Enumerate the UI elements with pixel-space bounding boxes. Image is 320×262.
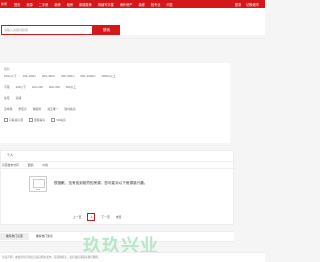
checkbox-icon[interactable] [51, 118, 56, 123]
nav-item-10[interactable]: 问答 [166, 2, 172, 7]
top-nav-bar: 新增 首页 资源 二手房 新房 租房 新楼推荐 商铺写字楼 海外房产 装修 找专业 问答 登录 切换… [0, 0, 265, 8]
nav-item-7[interactable]: 海外房产 [120, 2, 133, 7]
area-option-5[interactable]: 1000m以上 [101, 74, 115, 78]
feature-option-3[interactable]: 满五唯一 [47, 107, 58, 111]
check-option-0[interactable]: 只看真房源 [4, 118, 23, 123]
divider [0, 38, 265, 39]
type-option-1[interactable]: 商铺 [16, 96, 22, 100]
nav-item-6[interactable]: 商铺写字楼 [98, 2, 114, 7]
filter-type-options: 住宅 商铺 [4, 96, 21, 100]
sort-tab-time[interactable]: 房源发布时间 [2, 163, 19, 167]
current-page[interactable]: 1 [87, 213, 96, 221]
filter-area-options: 100m以下 100~200m 200~300m 300~500m 500~1000m 1… [4, 74, 116, 78]
area-option-3[interactable]: 300~500m [61, 74, 74, 78]
nav-menu: 首页 资源 二手房 新房 租房 新楼推荐 商铺写字楼 海外房产 装修 找专业 问答 [14, 0, 173, 8]
check-option-label: 只看真房源 [9, 118, 23, 122]
search-area: 请输入关键词搜索 搜索 [0, 8, 265, 35]
nav-item-3[interactable]: 新房 [54, 2, 60, 7]
prev-page-button[interactable]: 上一页 [73, 215, 81, 219]
nav-item-5[interactable]: 新楼推荐 [79, 2, 92, 7]
type-option-0[interactable]: 住宅 [4, 96, 10, 100]
tab-hot-new-homes[interactable]: 推荐热门新房 [36, 233, 53, 240]
price-option-3[interactable]: 200~300 [49, 85, 60, 89]
result-panel: 个人 房源发布时间 面积 价格 很抱歉，没有找到相符的房源，您可能对以下房源感兴… [0, 150, 235, 225]
tab-hot-listings[interactable]: 推荐热门房源 [0, 233, 29, 240]
feature-option-2[interactable]: 精装修 [33, 107, 41, 111]
check-option-label: 视频看房 [34, 118, 46, 122]
price-option-1[interactable]: 100以下 [16, 85, 26, 89]
filter-panel: 面积 100m以下 100~200m 200~300m 300~500m 500~100… [0, 63, 230, 143]
filter-row-area: 面积 [4, 67, 10, 71]
sort-tab-area[interactable]: 面积 [28, 163, 34, 167]
sort-tabs: 房源发布时间 面积 价格 [1, 161, 235, 169]
feature-option-0[interactable]: 近地铁 [4, 107, 12, 111]
filter-label-area: 面积 [4, 67, 10, 71]
empty-result-text: 很抱歉，没有找到相符的房源，您可能对以下房源感兴趣。 [54, 181, 148, 185]
site-logo[interactable]: 新增 [1, 1, 13, 7]
checkbox-icon[interactable] [4, 118, 8, 123]
price-option-0[interactable]: 不限 [4, 85, 10, 89]
feature-option-4[interactable]: 随时看房 [64, 107, 75, 111]
empty-result-icon [29, 176, 47, 192]
result-title: 个人 [7, 153, 14, 157]
pagination: 上一页 1 下一页 末页 [73, 213, 121, 221]
check-option-label: VR看房 [56, 118, 66, 122]
nav-item-0[interactable]: 首页 [14, 2, 20, 7]
price-option-4[interactable]: 300以上 [66, 85, 76, 89]
sort-tab-price[interactable]: 价格 [42, 163, 48, 167]
nav-item-8[interactable]: 装修 [139, 2, 145, 7]
nav-right: 登录 切换城市 [235, 0, 259, 8]
nav-item-2[interactable]: 二手房 [39, 2, 49, 7]
checkbox-icon[interactable] [29, 118, 33, 123]
area-option-2[interactable]: 200~300m [42, 74, 55, 78]
footer-disclaimer: 免责声明：本站部分房源信息来自网友发布，请谨慎核实，如有侵权请联系我们删除。 [2, 256, 101, 259]
area-option-0[interactable]: 100m以下 [4, 74, 17, 78]
nav-item-1[interactable]: 资源 [26, 2, 32, 7]
search-input[interactable]: 请输入关键词搜索 [1, 25, 93, 35]
area-option-4[interactable]: 500~1000m [80, 74, 95, 78]
area-option-1[interactable]: 100~200m [23, 74, 36, 78]
search-button[interactable]: 搜索 [93, 25, 120, 35]
feature-option-1[interactable]: 学区房 [18, 107, 26, 111]
last-page-button[interactable]: 末页 [116, 215, 122, 219]
city-switch-link[interactable]: 切换城市 [246, 2, 259, 7]
price-option-2[interactable]: 100~200 [32, 85, 43, 89]
filter-checks: 只看真房源 视频看房 VR看房 [4, 118, 66, 123]
check-option-2[interactable]: VR看房 [51, 118, 66, 123]
next-page-button[interactable]: 下一页 [101, 215, 109, 219]
nav-item-4[interactable]: 租房 [67, 2, 73, 7]
check-option-1[interactable]: 视频看房 [29, 118, 46, 123]
filter-price-options: 不限 100以下 100~200 200~300 300以上 [4, 85, 76, 89]
filter-feature-options: 近地铁 学区房 精装修 满五唯一 随时看房 [4, 107, 76, 111]
nav-item-9[interactable]: 找专业 [151, 2, 161, 7]
login-link[interactable]: 登录 [235, 2, 241, 7]
